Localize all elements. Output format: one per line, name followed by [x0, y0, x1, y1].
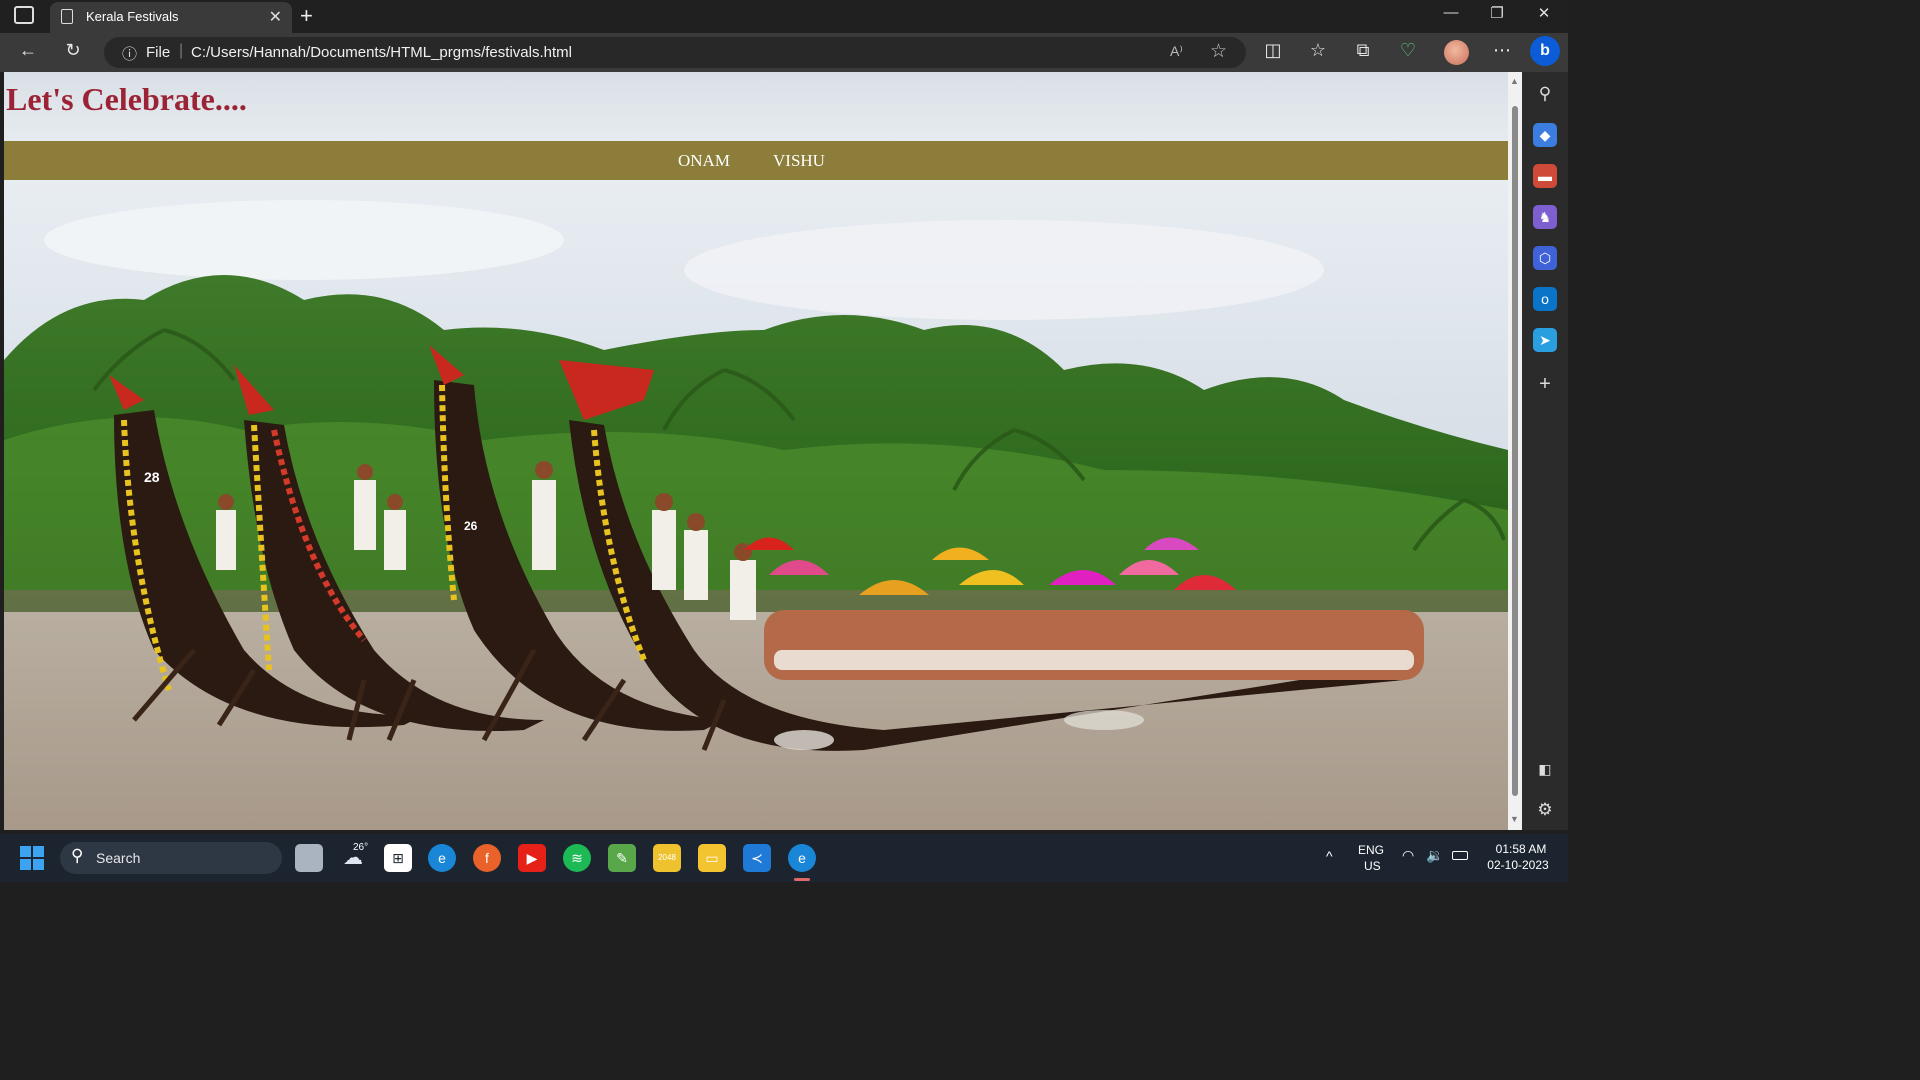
send-icon[interactable]: ➤: [1533, 328, 1557, 352]
festival-menu: ONAM VISHU: [4, 141, 1508, 180]
favorites-icon[interactable]: ☆: [1303, 40, 1333, 61]
page-scrollbar[interactable]: ▲ ▼: [1508, 72, 1522, 830]
page-viewport: Let's Celebrate.... ONAM VISHU 28 26: [4, 72, 1508, 830]
tab-title: Kerala Festivals: [86, 9, 179, 24]
address-separator: |: [179, 42, 184, 59]
copilot-icon[interactable]: b: [1530, 36, 1560, 66]
clock-time[interactable]: 01:58 AM: [1488, 842, 1554, 856]
tab-actions-icon[interactable]: [14, 6, 34, 24]
firefox-icon[interactable]: f: [473, 844, 501, 872]
file-explorer-icon[interactable]: ▭: [698, 844, 726, 872]
region-indicator[interactable]: US: [1364, 859, 1381, 873]
url-text[interactable]: C:/Users/Hannah/Documents/HTML_prgms/fes…: [191, 44, 572, 61]
profile-avatar[interactable]: [1444, 40, 1469, 65]
address-bar[interactable]: ⓘ File | C:/Users/Hannah/Documents/HTML_…: [104, 37, 1246, 68]
volume-icon[interactable]: 🔉: [1426, 847, 1443, 864]
tools-icon[interactable]: ▬: [1533, 164, 1557, 188]
navigation-bar: ← ↻ ⓘ File | C:/Users/Hannah/Documents/H…: [0, 33, 1568, 72]
scroll-down-arrow[interactable]: ▼: [1510, 814, 1519, 824]
boat-number-28: 28: [144, 469, 160, 485]
active-app-indicator: [794, 878, 810, 881]
refresh-button[interactable]: ↻: [58, 40, 88, 61]
info-icon[interactable]: ⓘ: [122, 43, 137, 64]
scrollbar-thumb[interactable]: [1512, 106, 1518, 796]
minimize-button[interactable]: —: [1428, 4, 1474, 21]
outlook-icon[interactable]: o: [1533, 287, 1557, 311]
task-view-icon[interactable]: [295, 844, 323, 872]
language-indicator[interactable]: ENG: [1358, 843, 1384, 857]
wifi-icon[interactable]: ◠: [1402, 847, 1414, 864]
paint-icon[interactable]: ✎: [608, 844, 636, 872]
microsoft365-icon[interactable]: ⬡: [1533, 246, 1557, 270]
sidebar-toggle-icon[interactable]: ◧: [1533, 757, 1557, 781]
site-header: Let's Celebrate....: [4, 72, 1508, 141]
close-window-button[interactable]: ✕: [1521, 4, 1567, 22]
address-scheme-label: File: [146, 44, 171, 61]
vscode-icon[interactable]: ≺: [743, 844, 771, 872]
taskbar-search-placeholder: Search: [96, 850, 141, 866]
split-screen-icon[interactable]: ◫: [1258, 40, 1288, 61]
taskbar-search[interactable]: ⚲ Search: [60, 842, 282, 874]
show-hidden-icons[interactable]: ^: [1326, 848, 1333, 864]
favorite-star-icon[interactable]: ☆: [1210, 40, 1227, 63]
read-aloud-icon[interactable]: A⁾: [1170, 43, 1183, 60]
browser-essentials-icon[interactable]: ♡: [1393, 40, 1423, 61]
document-icon: [61, 9, 73, 24]
hero-image: 28 26: [4, 180, 1508, 830]
youtube-icon[interactable]: ▶: [518, 844, 546, 872]
add-icon[interactable]: +: [1533, 372, 1557, 396]
settings-gear-icon[interactable]: ⚙: [1533, 798, 1557, 822]
weather-temperature: 26°: [353, 842, 369, 853]
windows-start-icon[interactable]: [20, 846, 44, 870]
boat-number-26: 26: [464, 519, 478, 533]
browser-tab[interactable]: Kerala Festivals ✕: [50, 2, 292, 33]
page-title: Let's Celebrate....: [6, 81, 247, 117]
search-icon: ⚲: [71, 846, 84, 865]
more-menu-icon[interactable]: ⋯: [1487, 40, 1517, 61]
new-tab-button[interactable]: +: [300, 3, 313, 29]
search-icon[interactable]: ⚲: [1533, 82, 1557, 106]
collections-icon[interactable]: ⧉: [1348, 40, 1378, 61]
close-tab-icon[interactable]: ✕: [269, 7, 282, 27]
menu-link-vishu[interactable]: VISHU: [773, 151, 825, 171]
microsoft-store-icon[interactable]: ⊞: [384, 844, 412, 872]
games-icon[interactable]: ♞: [1533, 205, 1557, 229]
edge-icon[interactable]: e: [428, 844, 456, 872]
edge-active-icon[interactable]: e: [788, 844, 816, 872]
restore-button[interactable]: ❐: [1474, 4, 1520, 22]
shopping-icon[interactable]: ◆: [1533, 123, 1557, 147]
battery-icon[interactable]: [1452, 851, 1468, 860]
back-button[interactable]: ←: [13, 40, 43, 61]
tab-strip: Kerala Festivals ✕ + — ❐ ✕: [0, 0, 1568, 33]
windows-taskbar: ⚲ Search ☁ 26° ⊞ e f ▶ ≋ ✎ 2048 ▭ ≺ e ^ …: [0, 834, 1568, 882]
menu-link-onam[interactable]: ONAM: [678, 151, 730, 171]
spotify-icon[interactable]: ≋: [563, 844, 591, 872]
clock-date[interactable]: 02-10-2023: [1482, 858, 1554, 872]
game-2048-icon[interactable]: 2048: [653, 844, 681, 872]
scroll-up-arrow[interactable]: ▲: [1510, 76, 1519, 86]
